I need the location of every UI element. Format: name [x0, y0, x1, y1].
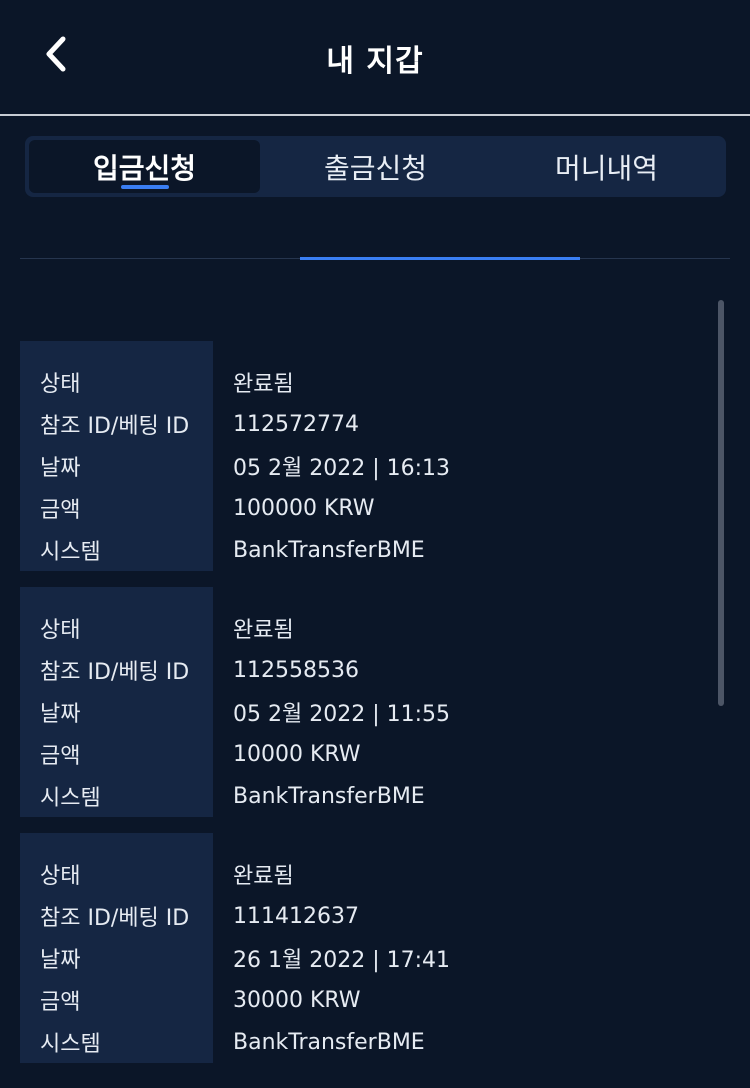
deposit-record: 상태 완료됨 참조 ID/베팅 ID 112572774 날짜 05 2월 20… [20, 341, 710, 571]
reference-id-value: 112572774 [233, 411, 359, 437]
system-label: 시스템 [40, 1032, 101, 1057]
date-label: 날짜 [40, 948, 81, 973]
page-title: 내 지갑 [326, 44, 424, 79]
date-value: 05 2월 2022 | 16:13 [233, 456, 451, 481]
header: 내 지갑 [0, 0, 750, 114]
wallet-screen: 내 지갑 입금신청 출금신청 머니내역 상태 완료됨 참조 ID/베팅 ID 1… [0, 0, 750, 1088]
amount-value: 30000 KRW [233, 987, 361, 1013]
reference-id-value: 111412637 [233, 903, 359, 929]
amount-label: 금액 [40, 744, 81, 769]
status-label: 상태 [40, 618, 81, 643]
tab-label: 출금신청 [323, 151, 428, 185]
date-row: 날짜 05 2월 2022 | 11:55 [20, 691, 710, 733]
status-value: 완료됨 [233, 618, 294, 643]
tab-label: 입금신청 [92, 151, 197, 185]
tab-withdrawal-request[interactable]: 출금신청 [260, 140, 491, 193]
system-label: 시스템 [40, 540, 101, 565]
reference-id-label: 참조 ID/베팅 ID [40, 414, 190, 439]
sub-tab-indicator [300, 257, 580, 260]
status-value: 완료됨 [233, 372, 294, 397]
system-row: 시스템 BankTransferBME [20, 775, 710, 817]
amount-row: 금액 100000 KRW [20, 487, 710, 529]
deposit-record: 상태 완료됨 참조 ID/베팅 ID 111412637 날짜 26 1월 20… [20, 833, 710, 1063]
tab-deposit-request[interactable]: 입금신청 [29, 140, 260, 193]
amount-label: 금액 [40, 990, 81, 1015]
reference-id-label: 참조 ID/베팅 ID [40, 906, 190, 931]
active-tab-indicator [120, 185, 169, 189]
amount-label: 금액 [40, 498, 81, 523]
date-label: 날짜 [40, 702, 81, 727]
date-value: 26 1월 2022 | 17:41 [233, 948, 451, 973]
status-row: 상태 완료됨 [20, 361, 710, 403]
date-row: 날짜 05 2월 2022 | 16:13 [20, 445, 710, 487]
date-value: 05 2월 2022 | 11:55 [233, 702, 451, 727]
system-label: 시스템 [40, 786, 101, 811]
date-label: 날짜 [40, 456, 81, 481]
amount-value: 100000 KRW [233, 495, 375, 521]
amount-row: 금액 30000 KRW [20, 979, 710, 1021]
system-row: 시스템 BankTransferBME [20, 1021, 710, 1063]
deposit-record: 상태 완료됨 참조 ID/베팅 ID 112558536 날짜 05 2월 20… [20, 587, 710, 817]
wallet-tabs: 입금신청 출금신청 머니내역 [25, 136, 726, 197]
reference-id-value: 112558536 [233, 657, 359, 683]
tab-label: 머니내역 [554, 151, 659, 185]
scrollbar[interactable] [718, 300, 724, 706]
status-row: 상태 완료됨 [20, 607, 710, 649]
system-value: BankTransferBME [233, 537, 425, 563]
reference-id-row: 참조 ID/베팅 ID 111412637 [20, 895, 710, 937]
amount-row: 금액 10000 KRW [20, 733, 710, 775]
system-value: BankTransferBME [233, 783, 425, 809]
system-value: BankTransferBME [233, 1029, 425, 1055]
system-row: 시스템 BankTransferBME [20, 529, 710, 571]
reference-id-row: 참조 ID/베팅 ID 112558536 [20, 649, 710, 691]
reference-id-label: 참조 ID/베팅 ID [40, 660, 190, 685]
amount-value: 10000 KRW [233, 741, 361, 767]
date-row: 날짜 26 1월 2022 | 17:41 [20, 937, 710, 979]
tab-money-history[interactable]: 머니내역 [491, 140, 722, 193]
status-label: 상태 [40, 864, 81, 889]
status-value: 완료됨 [233, 864, 294, 889]
header-divider [0, 114, 750, 116]
status-label: 상태 [40, 372, 81, 397]
status-row: 상태 완료됨 [20, 853, 710, 895]
reference-id-row: 참조 ID/베팅 ID 112572774 [20, 403, 710, 445]
deposit-records-list: 상태 완료됨 참조 ID/베팅 ID 112572774 날짜 05 2월 20… [20, 341, 710, 1079]
